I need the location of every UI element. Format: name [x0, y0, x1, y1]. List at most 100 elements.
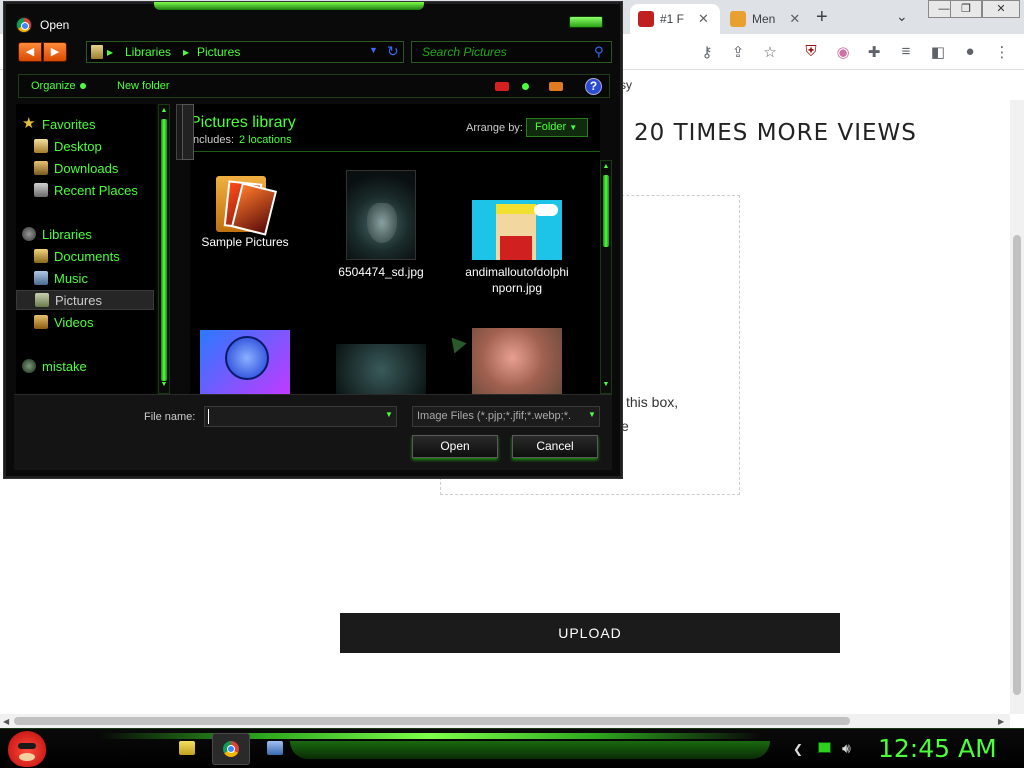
nav-pane-scrollbar[interactable]: ▲ ▼	[158, 104, 170, 394]
file-item-photo[interactable]	[462, 328, 572, 394]
extensions-puzzle-icon[interactable]: ✚	[865, 43, 883, 61]
file-item-sample-pictures[interactable]: Sample Pictures	[190, 170, 300, 250]
scrollbar-thumb[interactable]	[603, 175, 609, 247]
nav-user-folder[interactable]: mistake	[22, 356, 87, 376]
taskbar-explorer-button[interactable]	[168, 733, 206, 765]
volume-icon[interactable]: 🔊︎	[842, 740, 851, 757]
file-name: 6504474_sd.jpg	[338, 265, 424, 279]
help-button[interactable]: ?	[585, 78, 602, 95]
open-button[interactable]: Open	[412, 435, 498, 458]
profile-avatar-icon[interactable]: ●	[961, 43, 979, 60]
view-options-icon[interactable]	[522, 83, 529, 90]
organize-button[interactable]: Organize	[31, 80, 86, 92]
nav-downloads[interactable]: Downloads	[34, 158, 118, 178]
taskbar-clock[interactable]: 12:45 AM	[878, 734, 997, 763]
search-input[interactable]: Search Pictures ⚲	[411, 41, 612, 63]
nav-recent-places[interactable]: Recent Places	[34, 180, 138, 200]
refresh-icon[interactable]: ↻	[387, 43, 399, 60]
menu-kebab-icon[interactable]: ⋮	[993, 43, 1011, 61]
arrange-by-select[interactable]: Folder ▼	[526, 118, 588, 137]
dialog-titlebar[interactable]: Open	[6, 4, 620, 42]
side-panel-icon[interactable]: ◧	[929, 43, 947, 61]
file-type-dropdown-icon[interactable]: ▼	[588, 410, 596, 419]
nav-libraries[interactable]: Libraries	[22, 224, 92, 244]
breadcrumb-pictures[interactable]: Pictures	[197, 45, 240, 59]
reading-list-icon[interactable]: ≡	[897, 43, 915, 60]
preview-pane-icon[interactable]	[549, 82, 563, 91]
scrollbar-thumb[interactable]	[1013, 235, 1021, 695]
includes-locations-link[interactable]: 2 locations	[239, 134, 292, 146]
bookmark-star-icon[interactable]: ☆	[761, 43, 779, 61]
network-icon[interactable]	[818, 742, 831, 753]
content-pane-scrollbar[interactable]: ▲ ▼	[600, 160, 612, 394]
file-name-dropdown-icon[interactable]: ▼	[385, 410, 393, 419]
includes-label: Includes:	[190, 134, 235, 146]
file-item-badge[interactable]	[190, 330, 300, 394]
taskbar: ❮ 🔊︎ 12:45 AM	[0, 728, 1024, 768]
scroll-down-icon[interactable]: ▼	[601, 381, 611, 388]
file-item-face[interactable]	[326, 344, 436, 394]
tray-overflow-icon[interactable]: ❮	[793, 742, 803, 756]
breadcrumb-libraries[interactable]: Libraries	[125, 45, 171, 59]
search-placeholder: Search Pictures	[422, 45, 507, 59]
forward-button[interactable]: ▶	[43, 42, 67, 62]
share-icon[interactable]: ⇪	[729, 43, 747, 61]
tab-active[interactable]: #1 F ✕	[630, 4, 720, 34]
change-view-icon[interactable]	[495, 82, 509, 91]
address-bar[interactable]: ▸ Libraries ▸ Pictures ▼ ↻	[86, 41, 404, 63]
nav-music[interactable]: Music	[34, 268, 88, 288]
taskbar-control-panel-button[interactable]	[256, 733, 294, 765]
nav-label: mistake	[42, 358, 87, 374]
file-item-andimall[interactable]: andimalloutofdolphinporn.jpg	[462, 170, 572, 296]
chrome-icon	[223, 741, 239, 757]
nav-pictures[interactable]: Pictures	[16, 290, 154, 310]
breadcrumb-separator-icon[interactable]: ▸	[183, 45, 189, 59]
nav-documents[interactable]: Documents	[34, 246, 120, 266]
nav-desktop[interactable]: Desktop	[34, 136, 102, 156]
tab-favicon-icon	[638, 11, 654, 27]
scroll-up-icon[interactable]: ▲	[601, 163, 611, 170]
ublock-icon[interactable]: ⛨	[802, 43, 820, 60]
key-icon[interactable]: ⚷	[698, 43, 716, 61]
extension-flag-icon[interactable]: ◉	[834, 43, 852, 61]
search-icon[interactable]: ⚲	[594, 44, 604, 60]
taskbar-glow-band	[290, 741, 770, 759]
tab-label: Men	[752, 12, 776, 26]
scroll-down-icon[interactable]: ▼	[159, 381, 169, 388]
restore-button[interactable]: ❐	[950, 0, 982, 18]
dialog-close-button[interactable]	[569, 16, 603, 28]
new-tab-button[interactable]: +	[816, 6, 828, 29]
start-button-angry-bird-icon[interactable]	[8, 731, 46, 767]
tab-close-icon[interactable]: ✕	[789, 11, 800, 27]
scroll-up-icon[interactable]: ▲	[159, 107, 169, 114]
back-button[interactable]: ◀	[18, 42, 42, 62]
nav-videos[interactable]: Videos	[34, 312, 94, 332]
tab-close-icon[interactable]: ✕	[698, 11, 709, 27]
tab-label: #1 F	[660, 12, 685, 26]
scrollbar-thumb[interactable]	[161, 119, 167, 381]
close-window-button[interactable]: ✕	[982, 0, 1020, 18]
libraries-icon	[22, 227, 36, 241]
cancel-button[interactable]: Cancel	[512, 435, 598, 458]
music-icon	[34, 271, 48, 285]
address-dropdown-icon[interactable]: ▼	[369, 45, 378, 55]
scroll-right-icon[interactable]: ▶	[998, 717, 1004, 726]
file-item-6504474[interactable]: 6504474_sd.jpg	[326, 170, 436, 280]
taskbar-chrome-button[interactable]	[212, 733, 250, 765]
content-left-edge	[182, 104, 194, 160]
tab-second[interactable]: Men ✕	[722, 4, 812, 34]
file-type-select[interactable]: Image Files (*.pjp;*.jfif;*.webp;*.	[412, 406, 600, 427]
upload-button[interactable]: UPLOAD	[340, 613, 840, 653]
file-name-input[interactable]	[204, 406, 397, 427]
page-vertical-scrollbar[interactable]	[1010, 100, 1024, 714]
content-pane: Pictures library Includes: 2 locations A…	[190, 104, 600, 394]
drop-zone-text: this box,	[626, 394, 679, 410]
page-horizontal-scrollbar[interactable]: ◀ ▶	[0, 714, 1010, 728]
tab-search-chevron-icon[interactable]: ⌄	[896, 8, 908, 25]
scrollbar-thumb[interactable]	[14, 717, 850, 725]
scroll-left-icon[interactable]: ◀	[3, 717, 9, 726]
new-folder-button[interactable]: New folder	[117, 80, 170, 92]
nav-favorites[interactable]: ★ Favorites	[22, 114, 95, 134]
text-caret	[208, 409, 209, 424]
breadcrumb-separator-icon[interactable]: ▸	[107, 45, 113, 59]
